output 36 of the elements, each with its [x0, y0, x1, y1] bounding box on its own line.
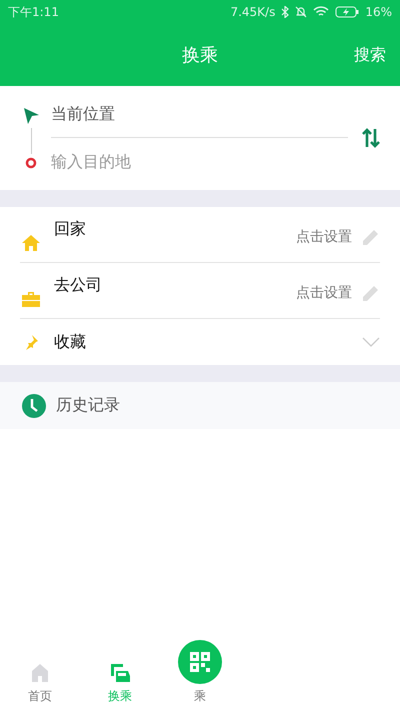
set-hint: 点击设置 — [296, 284, 352, 302]
place-label: 回家 — [54, 219, 86, 240]
page-title: 换乘 — [182, 44, 218, 67]
location-arrow-icon — [22, 107, 40, 125]
pencil-icon[interactable] — [360, 284, 380, 304]
qr-code-icon — [188, 650, 212, 674]
place-item[interactable]: 回家 点击设置 — [20, 207, 380, 263]
history-label: 历史记录 — [56, 395, 120, 416]
set-hint: 点击设置 — [296, 228, 352, 246]
place-label: 收藏 — [54, 332, 86, 352]
tab-label: 换乘 — [108, 688, 132, 705]
chevron-icon[interactable] — [362, 337, 380, 347]
place-label: 去公司 — [54, 275, 102, 296]
clock-icon — [22, 394, 46, 418]
network-speed: 7.45K/s — [230, 5, 276, 19]
history-item[interactable]: 历史记录 — [0, 382, 400, 429]
house-icon — [21, 233, 41, 253]
muted-bell-icon — [295, 6, 308, 18]
pencil-icon[interactable] — [360, 228, 380, 248]
tab-label: 首页 — [28, 688, 52, 705]
place-item[interactable]: 收藏 — [20, 319, 380, 365]
qr-code-button[interactable] — [178, 640, 222, 684]
house-icon — [29, 662, 51, 684]
tab-label: 乘 — [194, 688, 206, 705]
battery-level: 16% — [365, 5, 392, 19]
pin-icon — [23, 334, 39, 350]
briefcase-icon — [21, 289, 41, 309]
status-time: 下午1:11 — [8, 4, 59, 20]
nav-tab[interactable]: 乘 — [160, 640, 240, 705]
bluetooth-icon — [281, 6, 290, 18]
swap-icon[interactable] — [362, 128, 380, 148]
battery-icon — [335, 6, 360, 18]
nav-tab[interactable]: 首页 — [0, 662, 80, 705]
wifi-icon — [313, 6, 330, 18]
place-item[interactable]: 去公司 点击设置 — [20, 263, 380, 319]
destination-ring-icon — [25, 157, 37, 169]
